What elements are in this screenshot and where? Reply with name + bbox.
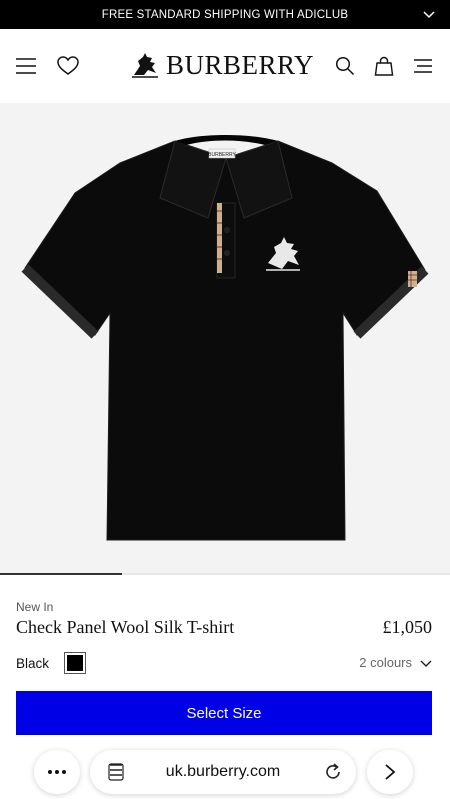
heart-icon bbox=[57, 56, 79, 75]
shipping-banner[interactable]: FREE STANDARD SHIPPING WITH ADICLUB bbox=[0, 0, 450, 29]
hamburger-icon bbox=[16, 58, 36, 74]
reload-icon[interactable] bbox=[322, 761, 344, 783]
chevron-right-icon bbox=[385, 764, 396, 780]
color-swatch-black[interactable] bbox=[64, 652, 86, 674]
browser-more-button[interactable] bbox=[34, 750, 80, 794]
swatch-fill bbox=[67, 655, 83, 671]
colours-dropdown[interactable]: 2 colours bbox=[359, 655, 432, 670]
menu-button[interactable] bbox=[14, 54, 38, 78]
gallery-progress bbox=[0, 573, 450, 575]
shopping-bag-icon bbox=[374, 56, 394, 76]
banner-text: FREE STANDARD SHIPPING WITH ADICLUB bbox=[101, 8, 349, 21]
new-in-badge: New In bbox=[16, 600, 54, 614]
more-menu-button[interactable] bbox=[411, 54, 435, 78]
brand-wordmark: BURBERRY bbox=[166, 49, 315, 80]
colours-label: 2 colours bbox=[359, 655, 412, 670]
color-name: Black bbox=[16, 656, 50, 671]
search-icon bbox=[335, 56, 355, 76]
knight-emblem-icon bbox=[132, 53, 158, 78]
neck-label-text: BURBERRY bbox=[208, 152, 236, 158]
gallery-progress-fill bbox=[0, 573, 122, 575]
bag-button[interactable] bbox=[372, 54, 396, 78]
chevron-down-icon[interactable] bbox=[422, 7, 436, 21]
wishlist-button[interactable] bbox=[56, 54, 80, 78]
menu-lines-icon bbox=[414, 59, 432, 73]
product-price: £1,050 bbox=[382, 617, 433, 637]
address-bar[interactable]: uk.burberry.com bbox=[90, 750, 356, 794]
select-size-button[interactable]: Select Size bbox=[16, 691, 432, 735]
product-name: Check Panel Wool Silk T-shirt bbox=[16, 617, 235, 637]
more-dots-icon bbox=[48, 770, 66, 774]
page-info-icon[interactable] bbox=[106, 762, 126, 782]
search-button[interactable] bbox=[333, 54, 357, 78]
chevron-down-icon bbox=[420, 660, 432, 667]
brand-logo[interactable]: BURBERRY bbox=[130, 49, 314, 81]
site-header: BURBERRY bbox=[0, 29, 450, 104]
forward-button[interactable] bbox=[367, 750, 413, 794]
product-image[interactable]: BURBERRY bbox=[0, 103, 450, 575]
url-text: uk.burberry.com bbox=[165, 763, 281, 780]
polo-shirt-illustration: BURBERRY bbox=[21, 135, 429, 541]
